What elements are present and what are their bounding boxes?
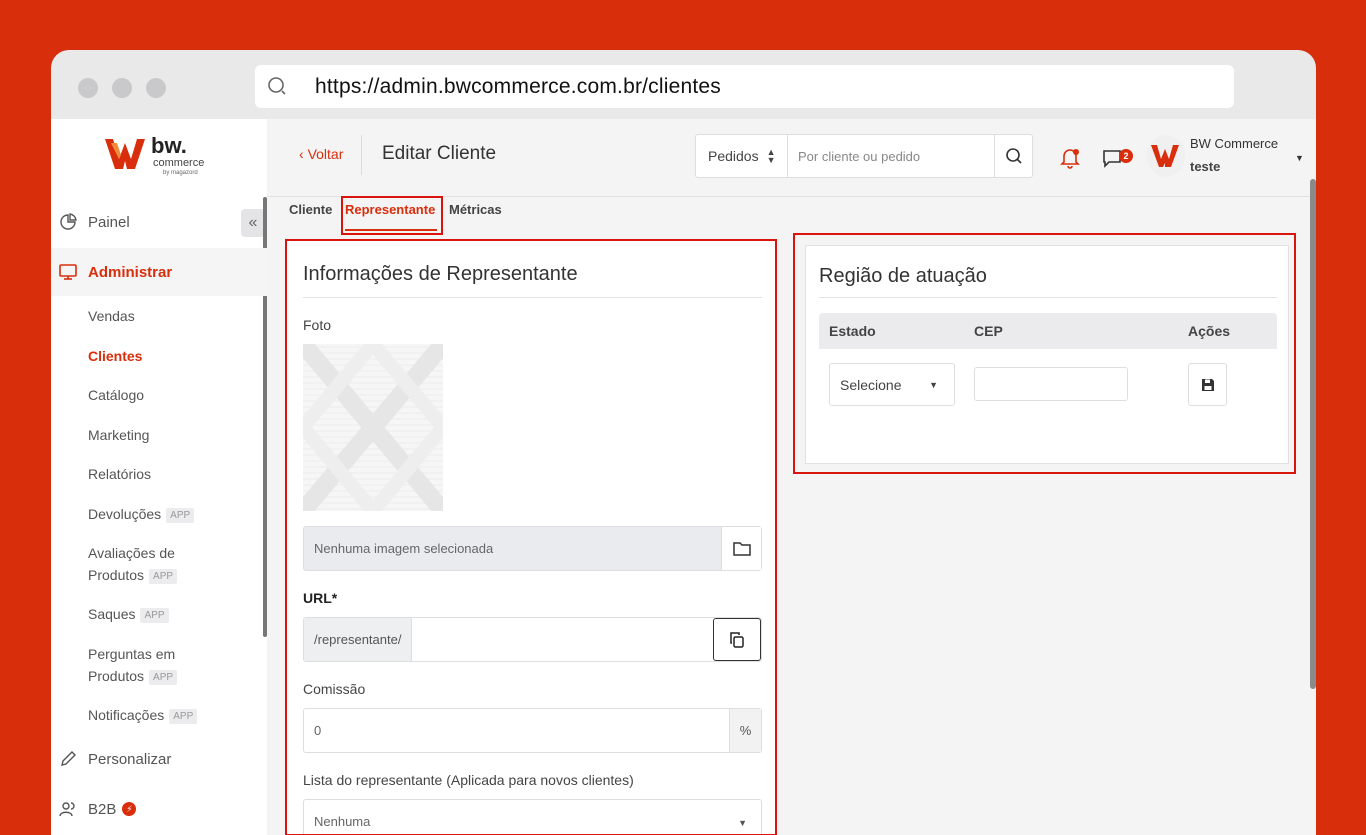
sidebar-subitem-marketing[interactable]: Marketing: [88, 424, 149, 446]
top-header: ‹ Voltar Editar Cliente Pedidos ▲ ▼ Por c…: [267, 119, 1316, 197]
user-store[interactable]: teste: [1190, 159, 1220, 174]
sidebar-item-label: Painel: [88, 213, 130, 231]
search-input[interactable]: Por cliente ou pedido: [788, 135, 994, 177]
user-menu-caret-icon[interactable]: ▼: [1295, 153, 1304, 163]
subitem-label: Perguntas em: [88, 646, 176, 662]
subitem-label: Catálogo: [88, 387, 145, 403]
subitem-label: Marketing: [88, 427, 150, 443]
highlight-box: [793, 233, 1296, 474]
user-name[interactable]: BW Commerce: [1190, 136, 1278, 151]
search-scope-value: Pedidos: [708, 148, 759, 164]
back-label: Voltar: [307, 146, 344, 162]
tab-metricas[interactable]: Métricas: [449, 202, 502, 217]
main-scrollbar[interactable]: [1310, 179, 1316, 689]
logo-subtext: commerce: [153, 157, 205, 169]
sidebar-subitem-clientes[interactable]: Clientes: [88, 345, 142, 367]
monitor-icon: [59, 264, 77, 280]
back-link[interactable]: ‹ Voltar: [299, 146, 343, 162]
app-badge: APP: [169, 708, 198, 724]
logo-text: bw.: [151, 133, 187, 158]
subitem-label: Relatórios: [88, 466, 152, 482]
window-minimize-dot[interactable]: [112, 78, 132, 98]
window-close-dot[interactable]: [78, 78, 98, 98]
messages-count-badge: 2: [1119, 149, 1133, 163]
search-scope-select[interactable]: Pedidos ▲ ▼: [696, 135, 788, 177]
app-badge: APP: [149, 669, 178, 685]
pencil-icon: [61, 751, 76, 766]
logo-by: by magazord: [163, 170, 198, 176]
bell-icon[interactable]: [1059, 147, 1081, 169]
subitem-label-line2: Produtos: [88, 567, 145, 583]
sidebar-item-personalizar[interactable]: Personalizar: [51, 735, 267, 783]
subitem-label: Devoluções: [88, 506, 162, 522]
search-button[interactable]: [994, 135, 1032, 177]
subitem-label: Vendas: [88, 308, 135, 324]
search-icon: [268, 76, 286, 95]
sidebar-subitem-catalogo[interactable]: Catálogo: [88, 384, 144, 406]
sidebar-item-b2b[interactable]: B2B ⚡: [51, 785, 267, 833]
tab-cliente[interactable]: Cliente: [289, 202, 332, 217]
app-badge: APP: [149, 568, 178, 584]
browser-window: https://admin.bwcommerce.com.br/clientes…: [51, 50, 1316, 835]
brand-logo[interactable]: bw. commerce by magazord: [103, 133, 223, 183]
sidebar-item-administrar[interactable]: Administrar: [51, 248, 267, 296]
divider: [361, 135, 362, 175]
sidebar-subitem-relatorios[interactable]: Relatórios: [88, 463, 151, 485]
avatar[interactable]: [1147, 135, 1185, 177]
sidebar-item-label: Administrar: [88, 263, 173, 281]
window-maximize-dot[interactable]: [146, 78, 166, 98]
sidebar-subitem-perguntas[interactable]: Perguntas em Produtos APP: [88, 643, 178, 687]
admin-app: bw. commerce by magazord « Painel Admini…: [51, 119, 1316, 835]
lightning-badge-icon: ⚡: [122, 802, 137, 816]
search-placeholder: Por cliente ou pedido: [798, 148, 921, 164]
users-icon: [59, 802, 75, 817]
app-badge: APP: [166, 507, 195, 523]
address-bar[interactable]: https://admin.bwcommerce.com.br/clientes: [255, 65, 1234, 108]
page-title: Editar Cliente: [382, 143, 497, 164]
chevron-left-icon: ‹: [299, 146, 308, 162]
sidebar-subitem-devolucoes[interactable]: Devoluções APP: [88, 503, 195, 525]
address-url: https://admin.bwcommerce.com.br/clientes: [315, 74, 721, 98]
sidebar-item-painel[interactable]: Painel: [51, 198, 267, 246]
search-icon: [1005, 148, 1022, 164]
subitem-label: Saques: [88, 606, 136, 622]
highlight-box: [341, 196, 443, 235]
sidebar-subitem-notificacoes[interactable]: Notificações APP: [88, 704, 198, 726]
subitem-label: Clientes: [88, 348, 143, 364]
sidebar-subitem-vendas[interactable]: Vendas: [88, 305, 135, 327]
order-search: Pedidos ▲ ▼ Por cliente ou pedido: [695, 134, 1033, 178]
sidebar-subitem-saques[interactable]: Saques APP: [88, 603, 169, 625]
sidebar-item-label: Personalizar: [88, 750, 172, 768]
subitem-label: Avaliações de: [88, 545, 175, 561]
sidebar-item-label: B2B: [88, 800, 117, 818]
sort-caret-icon: ▲ ▼: [766, 147, 776, 165]
subitem-label: Notificações: [88, 707, 165, 723]
subitem-label-line2: Produtos: [88, 668, 145, 684]
window-controls: [78, 78, 166, 98]
app-badge: APP: [140, 607, 169, 623]
pie-chart-icon: [60, 213, 77, 230]
sidebar-subitem-avaliacoes[interactable]: Avaliações de Produtos APP: [88, 542, 178, 586]
sidebar: bw. commerce by magazord « Painel Admini…: [51, 119, 267, 835]
highlight-box: [285, 239, 777, 835]
